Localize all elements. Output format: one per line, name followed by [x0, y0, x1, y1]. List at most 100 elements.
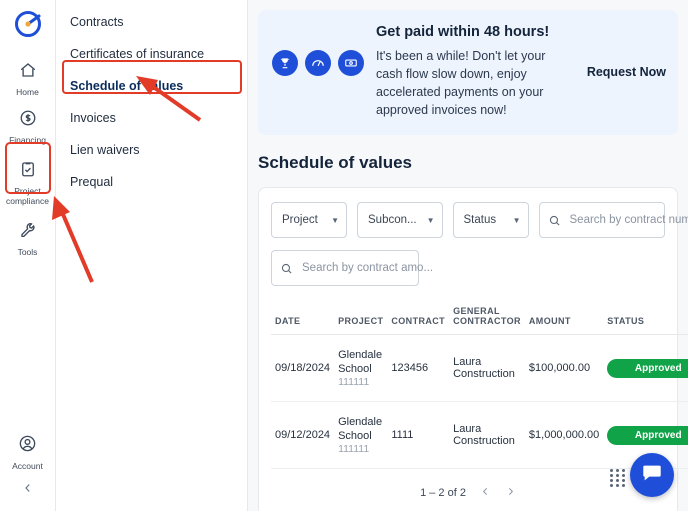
promo-banner: Get paid within 48 hours! It's been a wh… — [258, 10, 678, 135]
status-badge: Approved — [607, 358, 688, 378]
table-row[interactable]: 09/18/2024 Glendale School 111111 123456… — [271, 334, 688, 402]
chat-launcher-button[interactable] — [630, 453, 674, 497]
subcontractor-filter-label: Subcon... — [368, 214, 417, 226]
contract-number-search[interactable] — [538, 202, 688, 238]
sidebar-item-label: Project compliance — [6, 186, 49, 206]
dot — [622, 469, 625, 472]
rail-item-list: Home Financing Project compliance Tools — [0, 54, 55, 262]
project-filter-label: Project — [282, 214, 318, 226]
column-header-date[interactable]: DATE — [271, 300, 335, 335]
cash-icon — [338, 50, 364, 76]
page-title: Schedule of values — [258, 153, 412, 172]
dot — [616, 469, 619, 472]
wrench-icon — [19, 221, 37, 244]
sidebar-item-label: Account — [12, 461, 43, 471]
rail-bottom-section: Account — [0, 427, 55, 511]
contract-amount-search[interactable] — [271, 250, 458, 286]
sidebar-item-tools[interactable]: Tools — [0, 214, 55, 262]
column-header-contract[interactable]: CONTRACT — [387, 300, 450, 335]
filters-row: Project ▼ Subcon... ▼ Status ▼ — [271, 202, 688, 238]
main-content: Get paid within 48 hours! It's been a wh… — [248, 0, 688, 511]
subnav-item-lien-waivers[interactable]: Lien waivers — [56, 134, 247, 166]
clipboard-check-icon — [19, 160, 37, 183]
chevron-down-icon: ▼ — [512, 215, 521, 225]
sidebar-item-financing[interactable]: Financing — [0, 102, 55, 150]
cell-date: 09/12/2024 — [271, 401, 335, 469]
dot — [610, 469, 613, 472]
pagination-range: 1 – 2 of 2 — [420, 487, 466, 499]
second-filters-row — [271, 250, 665, 286]
dot — [616, 474, 619, 477]
company-logo-c-icon[interactable] — [12, 8, 44, 40]
dot — [610, 474, 613, 477]
table-row[interactable]: 09/12/2024 Glendale School 111111 1111 L… — [271, 401, 688, 469]
user-circle-icon — [18, 434, 37, 458]
cell-amount: $100,000.00 — [524, 334, 604, 402]
dot — [622, 474, 625, 477]
promo-text-block: Get paid within 48 hours! It's been a wh… — [376, 24, 575, 119]
subnav-item-prequal[interactable]: Prequal — [56, 166, 247, 198]
promo-badge-group — [272, 50, 364, 76]
chevron-left-icon — [22, 482, 34, 497]
column-header-amount[interactable]: AMOUNT — [524, 300, 604, 335]
dot — [610, 484, 613, 487]
request-now-link[interactable]: Request Now — [587, 65, 666, 79]
table-header: DATE PROJECT CONTRACT GENERAL CONTRACTOR… — [271, 300, 688, 335]
cell-contract: 1111 — [387, 401, 450, 469]
project-filter-select[interactable]: Project ▼ — [271, 202, 347, 238]
cell-date: 09/18/2024 — [271, 334, 335, 402]
search-input[interactable] — [300, 261, 458, 275]
cell-general-contractor: Laura Construction — [449, 401, 525, 469]
sidebar-item-project-compliance[interactable]: Project compliance — [0, 150, 55, 214]
project-number: 111111 — [338, 376, 370, 388]
sidebar-item-label: Home — [16, 87, 39, 97]
column-header-status[interactable]: STATUS — [603, 300, 688, 335]
column-header-general-contractor[interactable]: GENERAL CONTRACTOR — [449, 300, 525, 335]
home-icon — [19, 61, 37, 84]
column-header-project[interactable]: PROJECT — [334, 300, 388, 335]
drag-dots-icon[interactable] — [610, 469, 625, 487]
promo-body: It's been a while! Don't let your cash f… — [376, 49, 546, 117]
dollar-circle-icon — [19, 109, 37, 132]
cell-project: Glendale School 111111 — [334, 401, 388, 469]
sidebar-item-account[interactable]: Account — [0, 427, 55, 476]
sidebar-item-home[interactable]: Home — [0, 54, 55, 102]
subnav-item-schedule-of-values[interactable]: Schedule of values — [56, 70, 247, 102]
chevron-down-icon: ▼ — [331, 215, 339, 225]
chevron-right-icon[interactable] — [505, 485, 516, 501]
dot — [616, 479, 619, 482]
speed-icon — [305, 50, 331, 76]
subnav-item-invoices[interactable]: Invoices — [56, 102, 247, 134]
status-badge: Approved — [607, 425, 688, 445]
subcontractor-filter-select[interactable]: Subcon... ▼ — [357, 202, 443, 238]
dot — [610, 479, 613, 482]
dot — [622, 479, 625, 482]
subnav-item-certificates-of-insurance[interactable]: Certificates of insurance — [56, 38, 247, 70]
collapse-sidebar-button[interactable] — [0, 476, 55, 501]
search-icon — [548, 214, 561, 227]
project-name: Glendale School — [338, 416, 383, 442]
table-body: 09/18/2024 Glendale School 111111 123456… — [271, 334, 688, 469]
dot — [616, 484, 619, 487]
dot — [622, 484, 625, 487]
status-filter-select[interactable]: Status ▼ — [452, 202, 529, 238]
table-pagination: 1 – 2 of 2 — [271, 469, 665, 511]
chevron-left-icon[interactable] — [480, 485, 491, 501]
subnav-item-contracts[interactable]: Contracts — [56, 6, 247, 38]
sidebar-item-label: Financing — [9, 135, 46, 145]
status-filter-label: Status — [463, 214, 497, 226]
project-number: 111111 — [338, 443, 370, 455]
cell-general-contractor: Laura Construction — [449, 334, 525, 402]
schedule-of-values-table: DATE PROJECT CONTRACT GENERAL CONTRACTOR… — [271, 300, 688, 469]
promo-title: Get paid within 48 hours! — [376, 24, 550, 40]
cell-project: Glendale School 111111 — [334, 334, 388, 402]
cell-amount: $1,000,000.00 — [524, 401, 604, 469]
schedule-of-values-card: Project ▼ Subcon... ▼ Status ▼ Search by… — [258, 187, 688, 511]
chevron-down-icon: ▼ — [426, 215, 435, 225]
sidebar-item-label: Tools — [17, 247, 38, 257]
search-icon — [280, 262, 293, 275]
project-name: Glendale School — [338, 349, 383, 375]
search-input[interactable] — [567, 213, 688, 227]
cell-status: Approved — [603, 334, 688, 402]
left-icon-rail: Home Financing Project compliance Tools … — [0, 0, 56, 511]
